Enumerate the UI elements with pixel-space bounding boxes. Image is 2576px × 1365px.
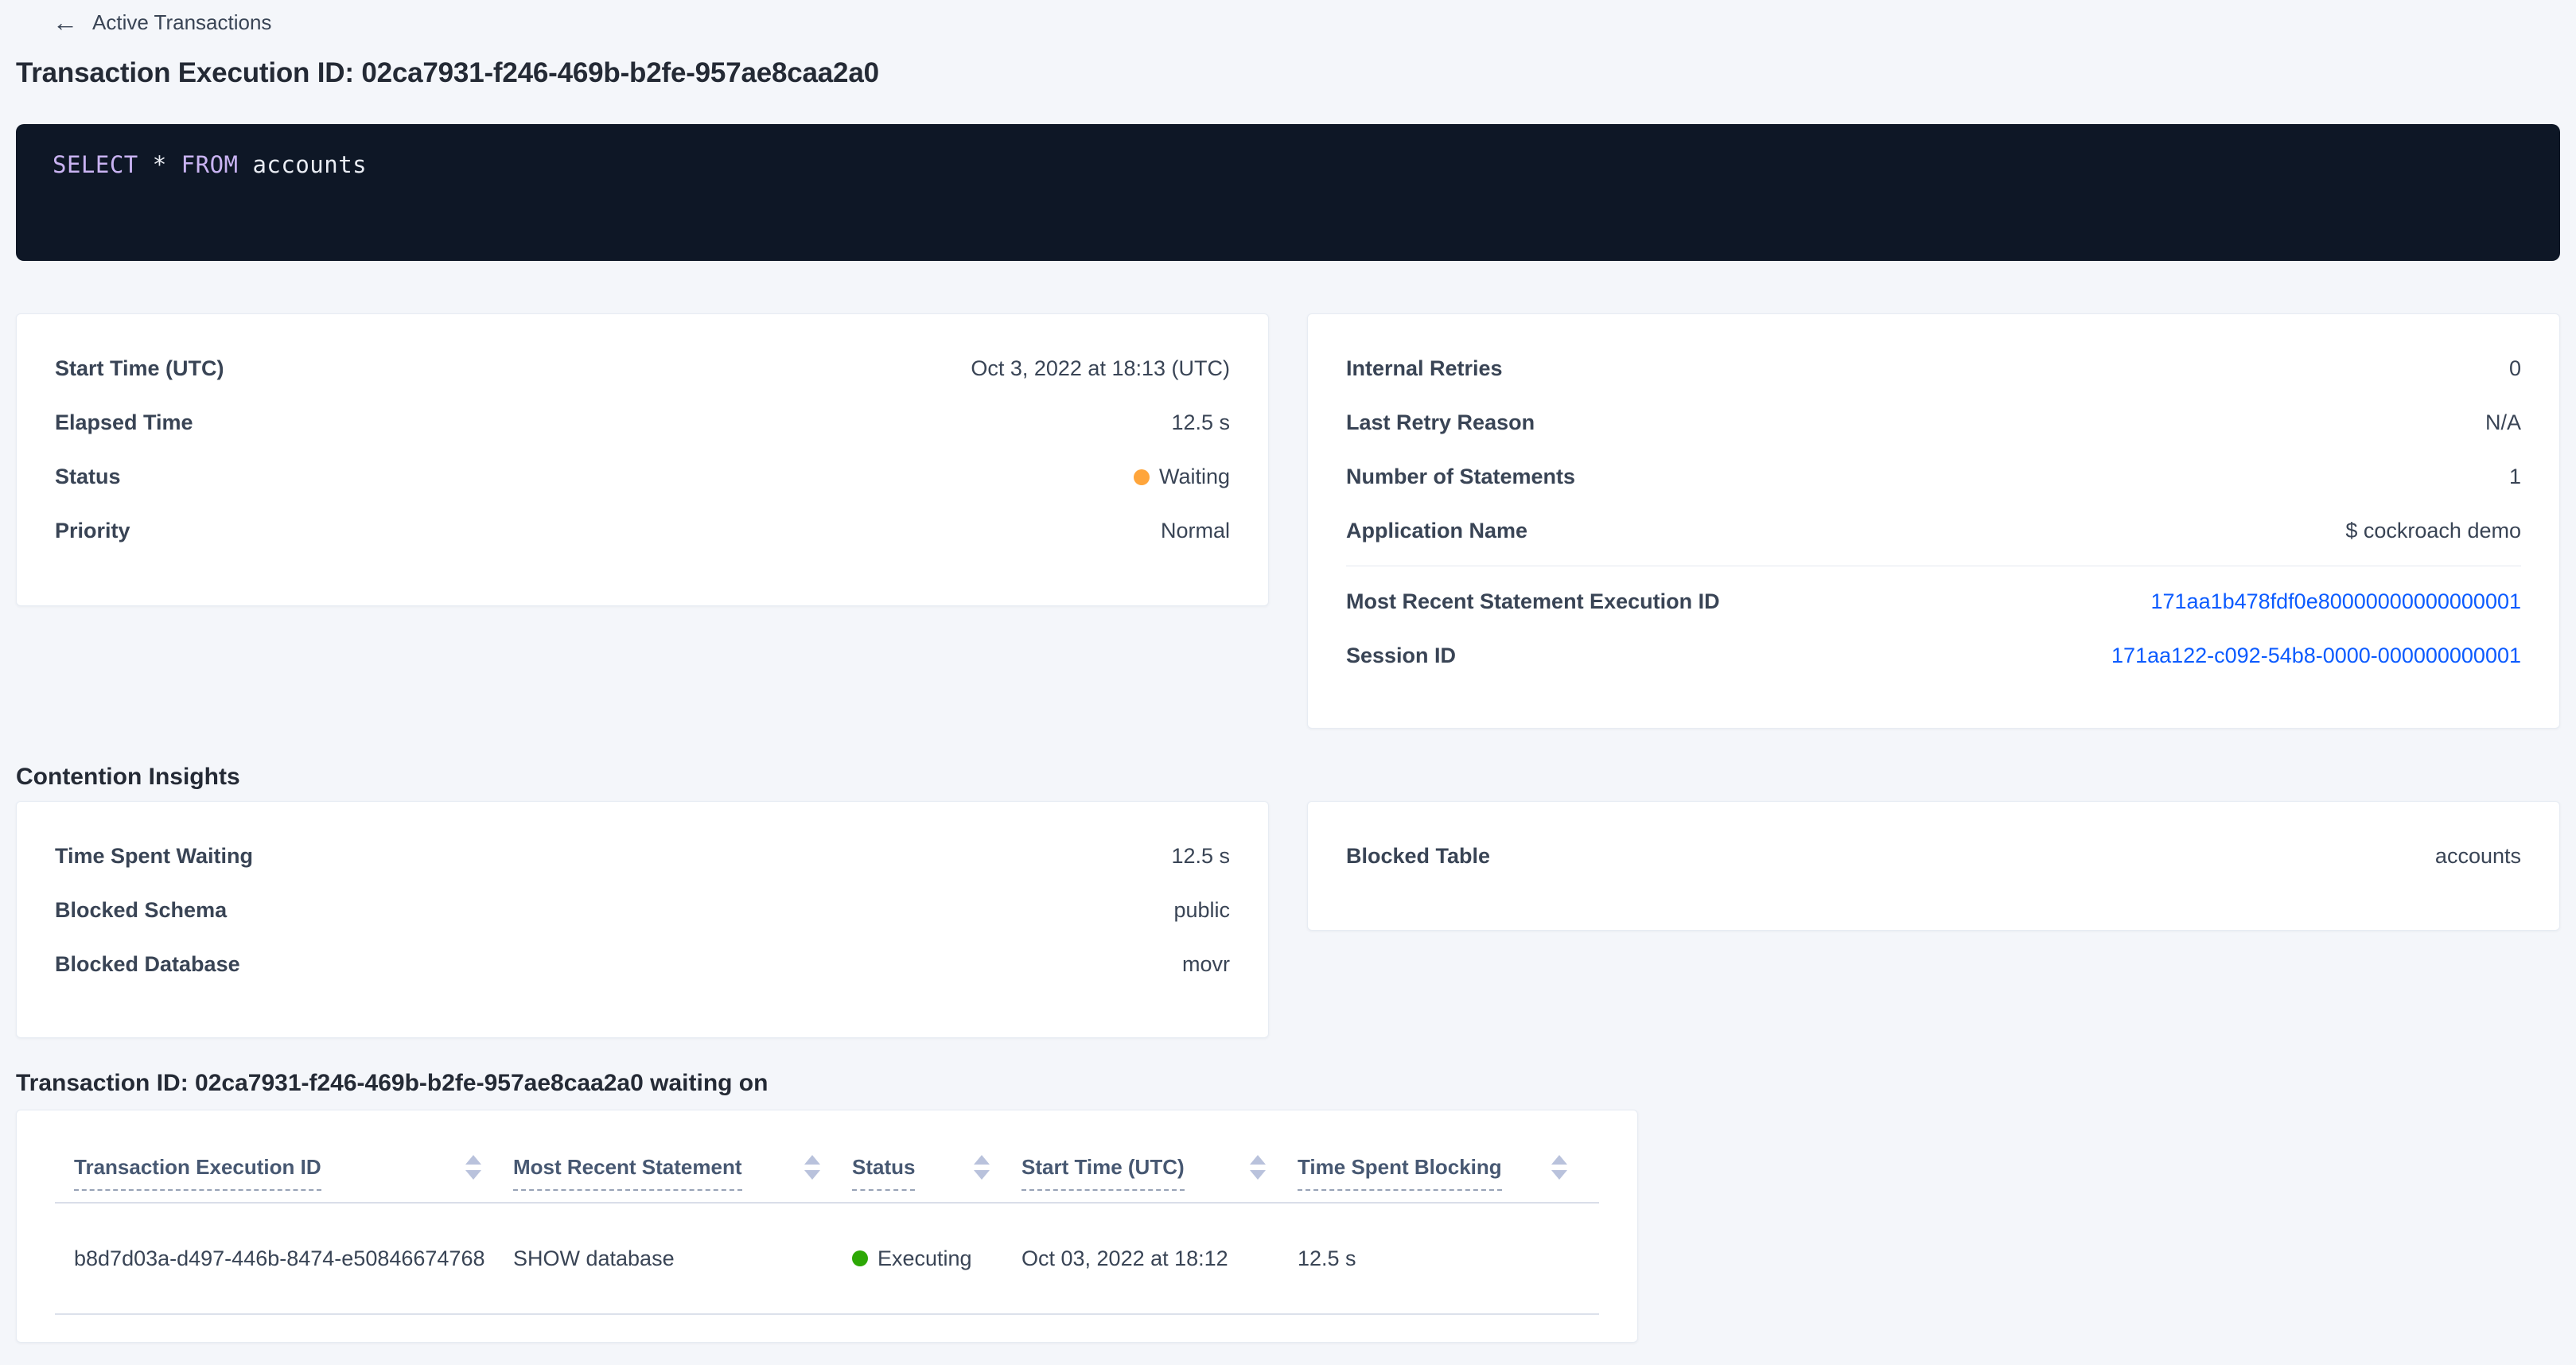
caret-down-icon [804, 1170, 820, 1180]
column-header-most-recent-statement[interactable]: Most Recent Statement [513, 1110, 852, 1204]
summary-cards-row: Start Time (UTC) Oct 3, 2022 at 18:13 (U… [16, 313, 2560, 729]
info-label: Blocked Database [55, 952, 240, 977]
cell-status: Executing [852, 1204, 1021, 1315]
summary-card-right: Internal Retries 0 Last Retry Reason N/A… [1307, 313, 2560, 729]
sql-keyword-from: FROM [181, 151, 239, 178]
info-label: Status [55, 465, 121, 489]
info-value: $ cockroach demo [2345, 519, 2521, 543]
waiting-on-table-card: Transaction Execution ID Most Recent Sta… [16, 1110, 1638, 1343]
column-header-label: Transaction Execution ID [74, 1155, 321, 1191]
info-label: Priority [55, 519, 130, 543]
contention-insights-heading: Contention Insights [16, 764, 2560, 791]
statement-execution-id-link[interactable]: 171aa1b478fdf0e80000000000000001 [2151, 589, 2522, 614]
info-label: Number of Statements [1346, 465, 1575, 489]
sort-icon [804, 1155, 820, 1191]
info-label: Blocked Schema [55, 898, 227, 923]
caret-up-icon [1250, 1155, 1266, 1165]
contention-card-left: Time Spent Waiting 12.5 s Blocked Schema… [16, 801, 1269, 1038]
info-row-blocked-schema: Blocked Schema public [55, 883, 1230, 937]
cell-time-spent-blocking: 12.5 s [1298, 1204, 1599, 1315]
sort-icon [465, 1155, 481, 1191]
caret-down-icon [1551, 1170, 1567, 1180]
status-executing-dot-icon [852, 1250, 868, 1266]
info-row-most-recent-statement-execution-id: Most Recent Statement Execution ID 171aa… [1346, 574, 2521, 628]
caret-up-icon [974, 1155, 990, 1165]
column-header-label: Time Spent Blocking [1298, 1155, 1502, 1191]
back-link-label: Active Transactions [92, 10, 271, 35]
page-title: Transaction Execution ID: 02ca7931-f246-… [16, 57, 2560, 89]
info-value: Waiting [1134, 465, 1230, 489]
caret-down-icon [974, 1170, 990, 1180]
info-row-number-of-statements: Number of Statements 1 [1346, 449, 2521, 504]
cell-most-recent-statement: SHOW database [513, 1204, 852, 1315]
column-header-label: Status [852, 1155, 915, 1191]
info-label: Blocked Table [1346, 844, 1490, 869]
info-row-start-time: Start Time (UTC) Oct 3, 2022 at 18:13 (U… [55, 341, 1230, 395]
column-header-label: Start Time (UTC) [1021, 1155, 1185, 1191]
info-value: 0 [2509, 356, 2521, 381]
session-id-link[interactable]: 171aa122-c092-54b8-0000-000000000001 [2111, 644, 2521, 668]
info-label: Application Name [1346, 519, 1527, 543]
info-value: N/A [2485, 410, 2521, 435]
sql-code: SELECT * FROM accounts [53, 151, 2523, 178]
info-label: Start Time (UTC) [55, 356, 224, 381]
info-row-blocked-database: Blocked Database movr [55, 937, 1230, 991]
sort-icon [1551, 1155, 1567, 1191]
info-value: accounts [2435, 844, 2521, 869]
info-label: Internal Retries [1346, 356, 1503, 381]
info-label: Session ID [1346, 644, 1456, 668]
info-value: Oct 3, 2022 at 18:13 (UTC) [971, 356, 1230, 381]
sql-star: * [138, 151, 181, 178]
column-header-start-time[interactable]: Start Time (UTC) [1021, 1110, 1298, 1204]
contention-cards-row: Time Spent Waiting 12.5 s Blocked Schema… [16, 801, 2560, 1038]
info-value: movr [1182, 952, 1230, 977]
arrow-left-icon: ← [53, 10, 78, 35]
info-row-time-spent-waiting: Time Spent Waiting 12.5 s [55, 829, 1230, 883]
info-value: public [1173, 898, 1230, 923]
info-row-last-retry-reason: Last Retry Reason N/A [1346, 395, 2521, 449]
back-link-active-transactions[interactable]: ← Active Transactions [53, 10, 271, 35]
info-row-blocked-table: Blocked Table accounts [1346, 829, 2521, 883]
contention-card-right: Blocked Table accounts [1307, 801, 2560, 931]
status-text: Waiting [1159, 465, 1230, 488]
info-label: Most Recent Statement Execution ID [1346, 589, 1720, 614]
transaction-details-page: ← Active Transactions Transaction Execut… [0, 0, 2576, 1343]
caret-up-icon [465, 1155, 481, 1165]
info-row-application-name: Application Name $ cockroach demo [1346, 504, 2521, 558]
info-value: 12.5 s [1171, 410, 1230, 435]
sort-icon [974, 1155, 990, 1191]
sql-table-name: accounts [239, 151, 368, 178]
info-row-internal-retries: Internal Retries 0 [1346, 341, 2521, 395]
info-value: 12.5 s [1171, 844, 1230, 869]
summary-card-left: Start Time (UTC) Oct 3, 2022 at 18:13 (U… [16, 313, 1269, 606]
column-header-time-spent-blocking[interactable]: Time Spent Blocking [1298, 1110, 1599, 1204]
sort-icon [1250, 1155, 1266, 1191]
info-row-session-id: Session ID 171aa122-c092-54b8-0000-00000… [1346, 628, 2521, 682]
sql-statement-box: SELECT * FROM accounts [16, 124, 2560, 261]
info-row-status: Status Waiting [55, 449, 1230, 504]
status-waiting-dot-icon [1134, 469, 1150, 485]
info-row-elapsed-time: Elapsed Time 12.5 s [55, 395, 1230, 449]
info-value: 1 [2509, 465, 2521, 489]
column-header-label: Most Recent Statement [513, 1155, 742, 1191]
column-header-status[interactable]: Status [852, 1110, 1021, 1204]
waiting-on-table: Transaction Execution ID Most Recent Sta… [55, 1110, 1599, 1315]
waiting-on-heading: Transaction ID: 02ca7931-f246-469b-b2fe-… [16, 1070, 2560, 1097]
info-row-priority: Priority Normal [55, 504, 1230, 558]
sql-keyword-select: SELECT [53, 151, 138, 178]
caret-up-icon [1551, 1155, 1567, 1165]
caret-down-icon [1250, 1170, 1266, 1180]
cell-transaction-execution-id: b8d7d03a-d497-446b-8474-e50846674768 [55, 1204, 513, 1315]
info-label: Last Retry Reason [1346, 410, 1535, 435]
info-label: Time Spent Waiting [55, 844, 253, 869]
column-header-transaction-execution-id[interactable]: Transaction Execution ID [55, 1110, 513, 1204]
caret-up-icon [804, 1155, 820, 1165]
caret-down-icon [465, 1170, 481, 1180]
status-text: Executing [877, 1246, 972, 1271]
info-value: Normal [1161, 519, 1230, 543]
info-label: Elapsed Time [55, 410, 193, 435]
cell-start-time: Oct 03, 2022 at 18:12 [1021, 1204, 1298, 1315]
